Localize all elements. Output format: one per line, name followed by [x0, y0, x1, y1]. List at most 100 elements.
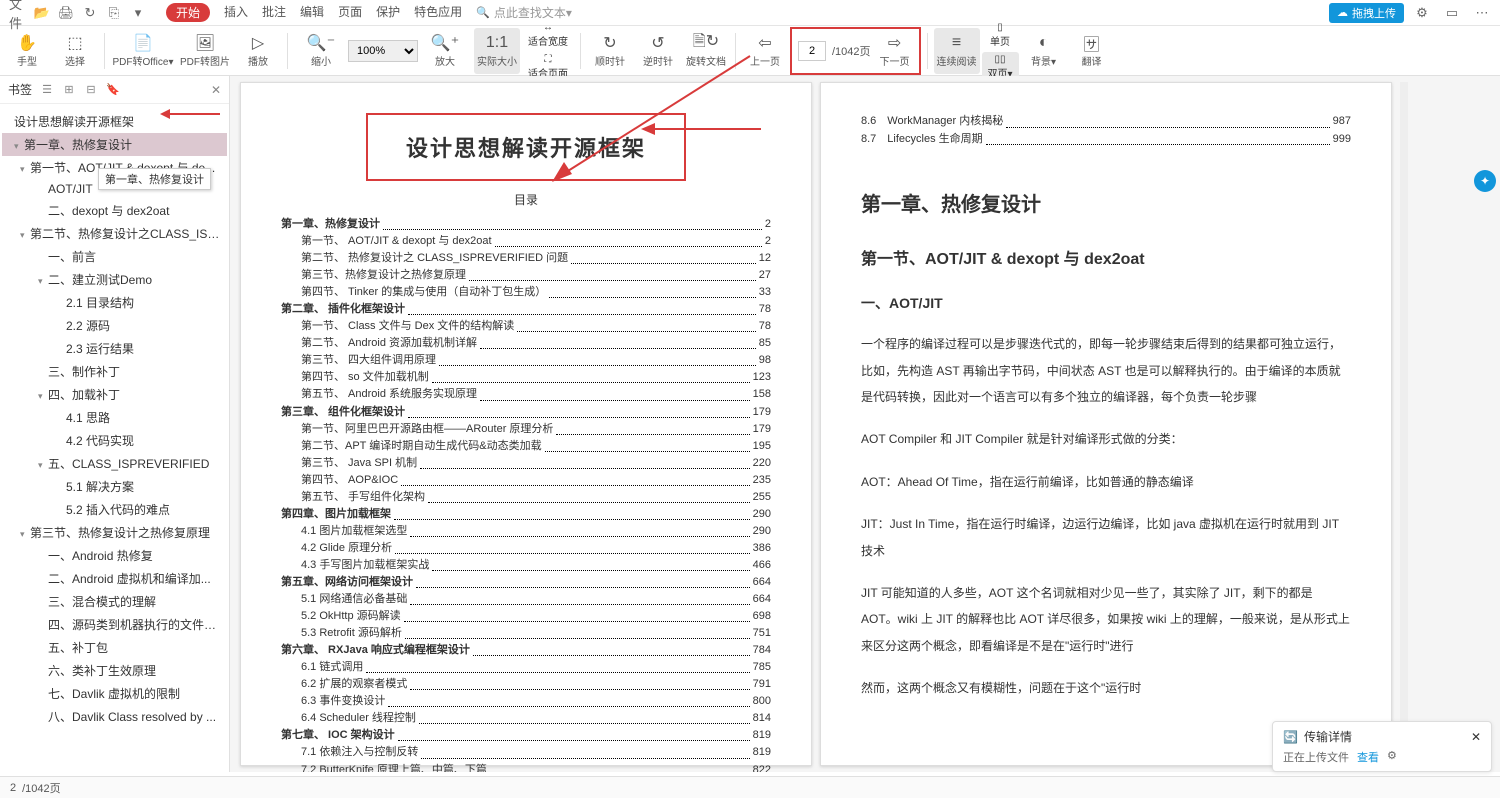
- gear-icon[interactable]: ⚙: [1387, 749, 1397, 765]
- tree-node[interactable]: ▾五、CLASS_ISPREVERIFIED: [2, 452, 227, 475]
- tree-node[interactable]: 三、制作补丁: [2, 360, 227, 383]
- float-action-icon[interactable]: ✦: [1474, 170, 1496, 192]
- toc-row: 6.1 链式调用785: [281, 659, 771, 676]
- print-icon[interactable]: 🖨: [57, 4, 75, 22]
- tree-node[interactable]: ▾二、建立测试Demo: [2, 268, 227, 291]
- select-tool[interactable]: ⬚选择: [52, 28, 98, 74]
- page-box: /1042页 ⇨下一页: [790, 27, 921, 75]
- tree-node[interactable]: 四、源码类到机器执行的文件过程: [2, 613, 227, 636]
- tree-node[interactable]: 二、dexopt 与 dex2oat: [2, 199, 227, 222]
- ref-row: 8.7 Lifecycles 生命周期999: [861, 131, 1351, 149]
- upload-badge[interactable]: ☁拖拽上传: [1329, 3, 1404, 23]
- toc-row: 7.2 ButterKnife 原理上篇、中篇、下篇822: [281, 762, 771, 773]
- actual-size[interactable]: 1:1实际大小: [474, 28, 520, 74]
- tree-node[interactable]: 七、Davlik 虚拟机的限制: [2, 682, 227, 705]
- ribbon-tab[interactable]: 特色应用: [414, 3, 462, 22]
- toc-row: 6.4 Scheduler 线程控制814: [281, 710, 771, 727]
- menu-bar: 文件 📂 🖨 ↻ ⎘ ▾ 开始插入批注编辑页面保护特色应用 点此查找文本▾ ☁拖…: [0, 0, 1500, 26]
- toc-subtitle: 目录: [281, 191, 771, 208]
- continuous-read[interactable]: ≡连续阅读: [934, 28, 980, 74]
- tree-node[interactable]: 2.1 目录结构: [2, 291, 227, 314]
- translate[interactable]: 🈂翻译: [1069, 28, 1115, 74]
- tree-node[interactable]: 八、Davlik Class resolved by ...: [2, 705, 227, 728]
- vertical-scrollbar[interactable]: [1400, 82, 1408, 766]
- settings-icon[interactable]: ⚙: [1413, 4, 1431, 22]
- tree-node[interactable]: 4.2 代码实现: [2, 429, 227, 452]
- status-page: 2: [10, 782, 16, 794]
- export-icon[interactable]: ⎘: [105, 4, 123, 22]
- sidebar-title: 书签: [8, 81, 32, 98]
- toc-row: 5.2 OkHttp 源码解读698: [281, 608, 771, 625]
- window-icon[interactable]: ▭: [1443, 4, 1461, 22]
- ribbon-tab[interactable]: 开始: [166, 3, 210, 22]
- tree-node[interactable]: 5.1 解决方案: [2, 475, 227, 498]
- tree-node[interactable]: 2.3 运行结果: [2, 337, 227, 360]
- tree-node[interactable]: 一、前言: [2, 245, 227, 268]
- status-total: /1042页: [22, 780, 61, 796]
- refresh-icon[interactable]: ↻: [81, 4, 99, 22]
- tree-node[interactable]: ▾第二节、热修复设计之CLASS_ISPR...: [2, 222, 227, 245]
- close-icon[interactable]: ✕: [1471, 730, 1481, 744]
- toc-row: 第五章、网络访问框架设计664: [281, 574, 771, 591]
- tree-node[interactable]: 一、Android 热修复: [2, 544, 227, 567]
- single-page[interactable]: ▯ 单页: [982, 20, 1019, 50]
- expand-icon[interactable]: ⊞: [62, 83, 76, 97]
- zoom-select[interactable]: 100%: [348, 40, 418, 62]
- tree-node[interactable]: 5.2 插入代码的难点: [2, 498, 227, 521]
- prev-page[interactable]: ⇦上一页: [742, 28, 788, 74]
- toc-row: 第四节、 so 文件加载机制123: [281, 369, 771, 386]
- zoom-out[interactable]: 🔍⁻缩小: [298, 28, 344, 74]
- tree-node[interactable]: 2.2 源码: [2, 314, 227, 337]
- open-icon[interactable]: 📂: [33, 4, 51, 22]
- ribbon-tab[interactable]: 插入: [224, 3, 248, 22]
- ribbon-tabs: 开始插入批注编辑页面保护特色应用: [166, 3, 462, 22]
- bookmark-icon[interactable]: 🔖: [106, 83, 120, 97]
- bookmark-tree: 设计思想解读开源框架 ▾第一章、热修复设计▾第一节、AOT/JIT & dexo…: [0, 104, 229, 734]
- transfer-popup: 🔄传输详情✕ 正在上传文件查看⚙: [1272, 721, 1492, 772]
- rotate-ccw[interactable]: ↺逆时针: [635, 28, 681, 74]
- toc-row: 第四节、 Tinker 的集成与使用（自动补丁包生成）33: [281, 284, 771, 301]
- tree-node[interactable]: 二、Android 虚拟机和编译加...: [2, 567, 227, 590]
- tree-node[interactable]: ▾第三节、热修复设计之热修复原理: [2, 521, 227, 544]
- tree-node[interactable]: ▾四、加载补丁: [2, 383, 227, 406]
- body-text: AOT：Ahead Of Time，指在运行前编译，比如普通的静态编译: [861, 469, 1351, 495]
- toc-row: 5.3 Retrofit 源码解析751: [281, 625, 771, 642]
- toc-row: 第三节、 Java SPI 机制220: [281, 455, 771, 472]
- rotate-doc[interactable]: 🗎↻旋转文档: [683, 28, 729, 74]
- zoom-in[interactable]: 🔍⁺放大: [422, 28, 468, 74]
- ribbon-tab[interactable]: 批注: [262, 3, 286, 22]
- ribbon-tab[interactable]: 保护: [376, 3, 400, 22]
- background[interactable]: ◐背景▾: [1021, 28, 1067, 74]
- fit-width[interactable]: ↔ 适合宽度: [522, 20, 574, 50]
- ribbon-tab[interactable]: 编辑: [300, 3, 324, 22]
- close-icon[interactable]: ✕: [211, 83, 221, 97]
- toc-row: 第二章、 插件化框架设计78: [281, 301, 771, 318]
- tree-node[interactable]: 六、类补丁生效原理: [2, 659, 227, 682]
- ribbon-tab[interactable]: 页面: [338, 3, 362, 22]
- rotate-cw[interactable]: ↻顺时针: [587, 28, 633, 74]
- pdf-to-image[interactable]: 🖼PDF转图片: [177, 28, 233, 74]
- hand-tool[interactable]: ✋手型: [4, 28, 50, 74]
- body-text: JIT 可能知道的人多些，AOT 这个名词就相对少见一些了，其实除了 JIT，剩…: [861, 580, 1351, 659]
- document-viewport[interactable]: 设计思想解读开源框架 目录 第一章、热修复设计2第一节、 AOT/JIT & d…: [230, 76, 1500, 772]
- page-input[interactable]: [798, 41, 826, 61]
- tree-node[interactable]: 三、混合模式的理解: [2, 590, 227, 613]
- sync-icon: 🔄: [1283, 730, 1298, 744]
- collapse-icon[interactable]: ⊟: [84, 83, 98, 97]
- toc-row: 6.2 扩展的观察者模式791: [281, 676, 771, 693]
- tree-node[interactable]: ▾第一章、热修复设计: [2, 133, 227, 156]
- tree-node[interactable]: 五、补丁包: [2, 636, 227, 659]
- outline-icon[interactable]: ☰: [40, 83, 54, 97]
- view-link[interactable]: 查看: [1357, 749, 1379, 765]
- play-tool[interactable]: ▷播放: [235, 28, 281, 74]
- tree-node[interactable]: 4.1 思路: [2, 406, 227, 429]
- next-page[interactable]: ⇨下一页: [877, 28, 913, 74]
- pdf-to-office[interactable]: 📄PDF转Office▾: [111, 28, 175, 74]
- search-input[interactable]: 点此查找文本▾: [476, 4, 572, 21]
- dropdown-icon[interactable]: ▾: [129, 4, 147, 22]
- bookmark-sidebar: 书签 ☰ ⊞ ⊟ 🔖 ✕ 设计思想解读开源框架 ▾第一章、热修复设计▾第一节、A…: [0, 76, 230, 772]
- toc-row: 第二节、 热修复设计之 CLASS_ISPREVERIFIED 问题12: [281, 250, 771, 267]
- toc-row: 4.3 手写图片加载框架实战466: [281, 557, 771, 574]
- file-menu[interactable]: 文件: [9, 4, 27, 22]
- more-icon[interactable]: ⋯: [1473, 4, 1491, 22]
